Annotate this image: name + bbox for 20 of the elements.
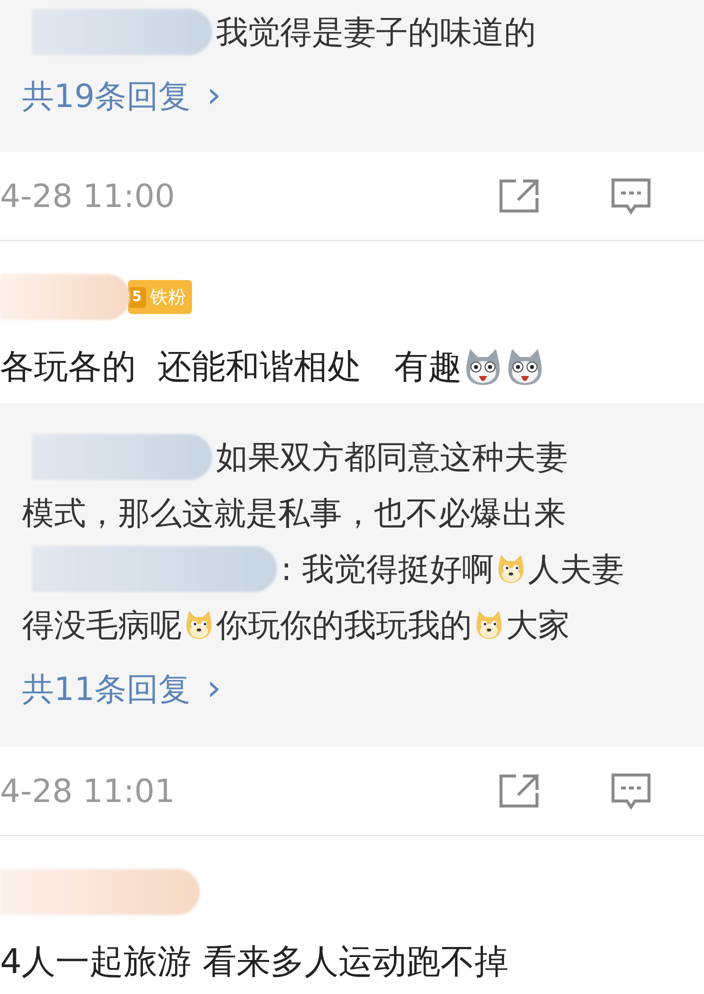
badge-label: 铁粉 (150, 286, 186, 310)
timestamp: 4-28 11:01 (0, 771, 176, 812)
comment-text: 如果双方都同意这种夫妻 (216, 437, 568, 478)
share-icon[interactable] (498, 773, 540, 809)
comment-text: 大家 (506, 605, 570, 646)
comment-text: 我觉得是妻子的味道的 (216, 12, 536, 53)
comment-text: 4人一起旅游 看来多人运动跑不掉 (0, 940, 508, 984)
more-replies-link[interactable]: 共19条回复 › (22, 66, 222, 126)
comment-text: 得没毛病呢 (22, 605, 182, 646)
comment-text: 你玩你的我玩我的 (216, 605, 472, 646)
more-replies-link[interactable]: 共11条回复 › (22, 659, 222, 719)
badge-level: 5 (128, 286, 146, 308)
comment-icon[interactable] (610, 772, 652, 810)
comment-text: 模式，那么这就是私事，也不必爆出来 (22, 493, 566, 534)
comment-text: 各玩各的 还能和谐相处 有趣 (0, 346, 462, 388)
comment-text: : 我觉得挺好啊 (281, 549, 494, 590)
comment-icon[interactable] (610, 177, 652, 215)
timestamp: 4-28 11:00 (0, 176, 176, 217)
comment-text: 人夫妻 (528, 549, 624, 590)
share-icon[interactable] (498, 178, 540, 214)
